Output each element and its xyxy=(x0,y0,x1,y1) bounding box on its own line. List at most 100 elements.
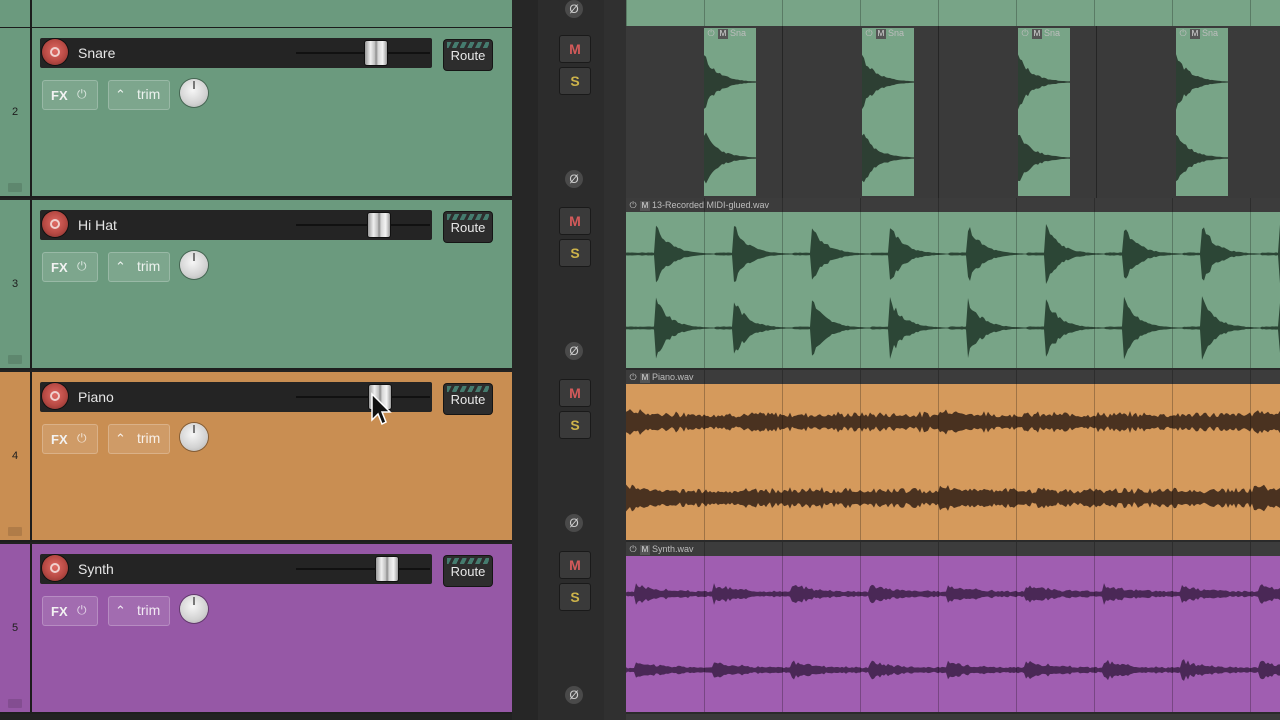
track-name[interactable]: Snare xyxy=(78,45,115,61)
lane-track-1-partial xyxy=(626,0,1280,26)
folder-icon[interactable] xyxy=(8,527,22,536)
lane-track-5[interactable]: ⏻ M Synth.wav xyxy=(626,542,1280,714)
trim-button[interactable]: ⌃ trim xyxy=(108,252,170,282)
volume-slider-handle[interactable] xyxy=(376,557,399,581)
power-icon[interactable]: ⏻ xyxy=(628,544,638,554)
grid-line xyxy=(704,0,705,26)
item-mute-button[interactable]: M xyxy=(640,201,650,211)
power-icon[interactable]: ⏻ xyxy=(1020,28,1030,38)
arrange-view[interactable]: ⏻ M Sna ⏻ M Sna ⏻ M Sna ⏻ M Sna ⏻ M 13-Recorded MIDI-g… xyxy=(626,0,1280,720)
item-mute-button[interactable]: M xyxy=(640,545,650,555)
grid-line xyxy=(1094,0,1095,26)
pan-knob[interactable] xyxy=(180,595,208,623)
volume-slider-track[interactable] xyxy=(296,396,430,398)
power-icon[interactable]: ⏻ xyxy=(706,28,716,38)
route-button[interactable]: Route xyxy=(444,40,492,70)
mixer-strip-inner xyxy=(538,0,610,720)
power-icon[interactable]: ⏻ xyxy=(77,87,87,102)
media-item[interactable] xyxy=(704,28,756,196)
media-item[interactable] xyxy=(1018,28,1070,196)
phase-invert-icon[interactable]: Ø xyxy=(565,170,583,188)
media-item[interactable] xyxy=(862,28,914,196)
grid-line xyxy=(860,0,861,26)
power-icon[interactable]: ⏻ xyxy=(77,431,87,446)
volume-slider-track[interactable] xyxy=(296,224,430,226)
folder-icon[interactable] xyxy=(8,699,22,708)
phase-invert-icon[interactable]: Ø xyxy=(565,0,583,18)
grid-line xyxy=(704,370,705,542)
fx-button[interactable]: FX ⏻ xyxy=(42,252,98,282)
folder-icon[interactable] xyxy=(8,183,22,192)
item-mute-button[interactable]: M xyxy=(1032,29,1042,39)
track-name-bar[interactable]: Hi Hat xyxy=(40,210,432,240)
envelope-icon: ⌃ xyxy=(115,431,126,446)
fx-button[interactable]: FX ⏻ xyxy=(42,596,98,626)
mute-button[interactable]: M xyxy=(560,36,590,62)
item-header: ⏻ M Sna xyxy=(706,28,746,39)
pan-knob[interactable] xyxy=(180,251,208,279)
grid-line xyxy=(1250,370,1251,542)
track-3[interactable]: 3 Hi Hat Route FX ⏻ ⌃ trim xyxy=(0,200,512,370)
lane-track-2[interactable]: ⏻ M Sna ⏻ M Sna ⏻ M Sna ⏻ M Sna xyxy=(626,26,1280,198)
power-icon[interactable]: ⏻ xyxy=(628,372,638,382)
mute-button[interactable]: M xyxy=(560,208,590,234)
item-mute-button[interactable]: M xyxy=(1190,29,1200,39)
pan-knob[interactable] xyxy=(180,423,208,451)
track-5[interactable]: 5 Synth Route FX ⏻ ⌃ trim xyxy=(0,544,512,714)
phase-invert-icon[interactable]: Ø xyxy=(565,342,583,360)
lane-track-4[interactable]: ⏻ M Piano.wav xyxy=(626,370,1280,542)
grid-line xyxy=(782,26,783,198)
volume-slider-track[interactable] xyxy=(296,52,430,54)
power-icon[interactable]: ⏻ xyxy=(77,259,87,274)
media-item[interactable] xyxy=(1176,28,1228,196)
record-arm-icon[interactable] xyxy=(42,211,68,237)
trim-button[interactable]: ⌃ trim xyxy=(108,424,170,454)
mute-button[interactable]: M xyxy=(560,380,590,406)
track-name[interactable]: Synth xyxy=(78,561,114,577)
power-icon[interactable]: ⏻ xyxy=(77,603,87,618)
phase-invert-icon[interactable]: Ø xyxy=(565,686,583,704)
grid-line xyxy=(1016,370,1017,542)
track-4[interactable]: 4 Piano Route FX ⏻ ⌃ trim xyxy=(0,372,512,542)
solo-button[interactable]: S xyxy=(560,68,590,94)
trim-button[interactable]: ⌃ trim xyxy=(108,80,170,110)
power-icon[interactable]: ⏻ xyxy=(1178,28,1188,38)
route-button[interactable]: Route xyxy=(444,212,492,242)
track-name-bar[interactable]: Synth xyxy=(40,554,432,584)
volume-slider-track[interactable] xyxy=(296,568,430,570)
lane-track-3[interactable]: ⏻ M 13-Recorded MIDI-glued.wav xyxy=(626,198,1280,370)
solo-button[interactable]: S xyxy=(560,584,590,610)
grid-line xyxy=(1096,26,1097,198)
folder-icon[interactable] xyxy=(8,355,22,364)
mute-button[interactable]: M xyxy=(560,552,590,578)
solo-button[interactable]: S xyxy=(560,412,590,438)
power-icon[interactable]: ⏻ xyxy=(628,200,638,210)
track-name-bar[interactable]: Snare xyxy=(40,38,432,68)
record-arm-icon[interactable] xyxy=(42,555,68,581)
route-button[interactable]: Route xyxy=(444,556,492,586)
item-mute-button[interactable]: M xyxy=(718,29,728,39)
item-header: ⏻ M Sna xyxy=(864,28,904,39)
power-icon[interactable]: ⏻ xyxy=(864,28,874,38)
fx-button[interactable]: FX ⏻ xyxy=(42,80,98,110)
route-button[interactable]: Route xyxy=(444,384,492,414)
mouse-pointer-icon xyxy=(371,392,392,426)
volume-slider-handle[interactable] xyxy=(368,213,391,237)
phase-invert-icon[interactable]: Ø xyxy=(565,514,583,532)
track-2[interactable]: 2 Snare Route FX ⏻ ⌃ trim xyxy=(0,28,512,198)
item-mute-button[interactable]: M xyxy=(640,373,650,383)
track-name[interactable]: Hi Hat xyxy=(78,217,117,233)
volume-slider-handle[interactable] xyxy=(365,41,388,65)
trim-label: trim xyxy=(137,602,161,618)
solo-button[interactable]: S xyxy=(560,240,590,266)
track-name[interactable]: Piano xyxy=(78,389,114,405)
grid-line xyxy=(1094,542,1095,714)
item-mute-button[interactable]: M xyxy=(876,29,886,39)
waveform xyxy=(626,296,1280,360)
envelope-icon: ⌃ xyxy=(115,603,126,618)
pan-knob[interactable] xyxy=(180,79,208,107)
trim-button[interactable]: ⌃ trim xyxy=(108,596,170,626)
record-arm-icon[interactable] xyxy=(42,383,68,409)
fx-button[interactable]: FX ⏻ xyxy=(42,424,98,454)
record-arm-icon[interactable] xyxy=(42,39,68,65)
